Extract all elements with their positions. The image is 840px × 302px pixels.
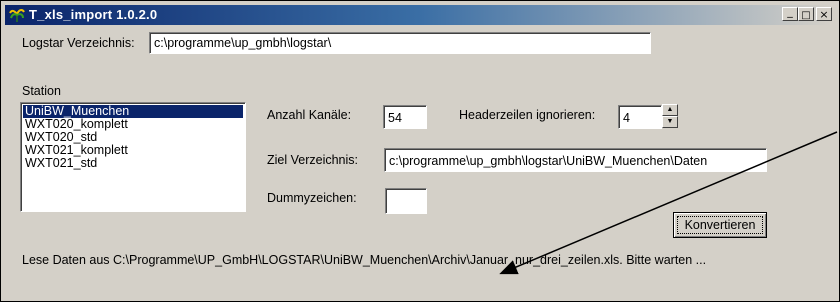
convert-button-label: Konvertieren [677, 216, 763, 234]
window-title: T_xls_import 1.0.2.0 [29, 7, 158, 22]
convert-button[interactable]: Konvertieren [673, 212, 767, 238]
title-bar[interactable]: T_xls_import 1.0.2.0 _ □ × [5, 5, 832, 25]
channel-count-input[interactable]: 54 [383, 105, 427, 129]
minimize-button[interactable]: _ [782, 5, 798, 21]
close-icon: × [819, 8, 829, 21]
channel-count-label: Anzahl Kanäle: [267, 108, 352, 122]
dummy-char-label: Dummyzeichen: [267, 191, 357, 205]
minimize-icon: _ [787, 5, 793, 18]
header-rows-input[interactable]: 4 [618, 105, 662, 129]
target-dir-label: Ziel Verzeichnis: [267, 153, 359, 167]
logstar-dir-input[interactable]: c:\programme\up_gmbh\logstar\ [149, 32, 651, 54]
station-label: Station [22, 84, 61, 98]
maximize-button[interactable]: □ [798, 7, 814, 21]
target-dir-input[interactable]: c:\programme\up_gmbh\logstar\UniBW_Muenc… [384, 148, 767, 172]
spin-up-button[interactable]: ▲ [662, 104, 678, 116]
station-listbox[interactable]: UniBW_Muenchen WXT020_komplett WXT020_st… [20, 102, 246, 212]
dummy-char-input[interactable] [385, 188, 427, 214]
app-icon [9, 7, 25, 23]
header-rows-spinner: ▲ ▼ [662, 104, 680, 130]
status-message: Lese Daten aus C:\Programme\UP_GmbH\LOGS… [22, 253, 707, 267]
spin-down-button[interactable]: ▼ [662, 116, 678, 128]
close-button[interactable]: × [816, 7, 832, 21]
list-item[interactable]: WXT021_std [23, 157, 243, 170]
header-rows-label: Headerzeilen ignorieren: [459, 108, 596, 122]
application-window: T_xls_import 1.0.2.0 _ □ × Logstar Verze… [0, 0, 840, 302]
maximize-icon: □ [801, 10, 811, 21]
logstar-dir-label: Logstar Verzeichnis: [22, 36, 135, 50]
